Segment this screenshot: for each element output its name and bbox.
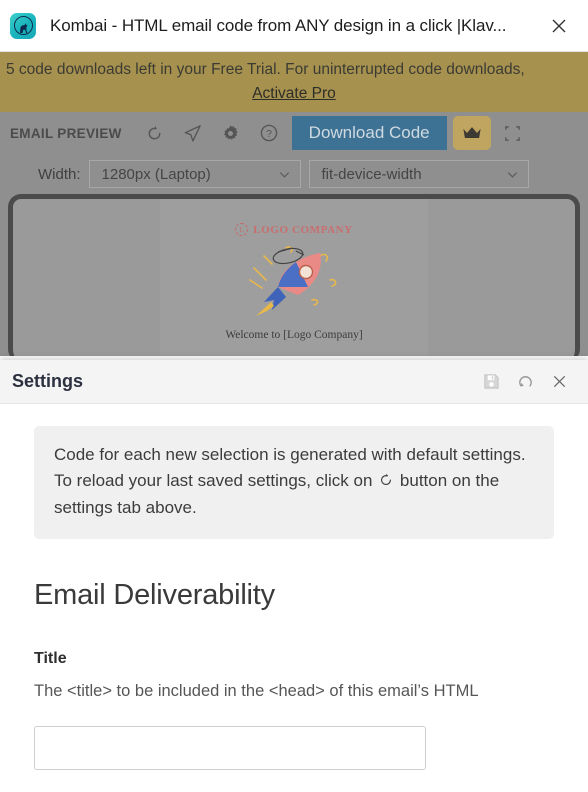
refresh-icon (378, 472, 394, 488)
banner-message: 5 code downloads left in your Free Trial… (6, 61, 525, 78)
section-title-email-deliverability: Email Deliverability (34, 579, 275, 612)
width-label: Width: (38, 165, 81, 183)
reload-icon[interactable] (508, 365, 542, 399)
close-icon[interactable] (544, 11, 574, 41)
gear-icon[interactable] (212, 115, 250, 151)
email-content-card: L LOGO COMPANY Welcome to [Logo Company] (160, 199, 428, 356)
email-preview-viewport[interactable]: L LOGO COMPANY Welcome to [Logo Company] (0, 194, 588, 356)
chevron-down-icon (505, 167, 520, 182)
crown-icon[interactable] (452, 116, 491, 150)
logo-company-text: LOGO COMPANY (253, 223, 353, 236)
settings-info-box: Code for each new selection is generated… (34, 426, 554, 540)
width-controls-row: Width: 1280px (Laptop) fit-device-width (0, 154, 588, 194)
fit-width-value: fit-device-width (321, 165, 422, 183)
kombai-app-icon (10, 12, 36, 39)
close-icon[interactable] (542, 365, 576, 399)
device-frame: L LOGO COMPANY Welcome to [Logo Company] (8, 194, 580, 356)
email-preview-toolbar: EMAIL PREVIEW ? Download Code (0, 112, 588, 154)
activate-pro-link[interactable]: Activate Pro (0, 83, 588, 105)
email-logo: L LOGO COMPANY (160, 223, 428, 236)
title-input[interactable] (34, 726, 426, 771)
title-field-description: The <title> to be included in the <head>… (34, 682, 479, 701)
refresh-icon[interactable] (136, 115, 174, 151)
settings-header: Settings (0, 360, 588, 404)
free-trial-banner: 5 code downloads left in your Free Trial… (0, 52, 588, 112)
toolbar-title: EMAIL PREVIEW (10, 125, 122, 141)
settings-body: Code for each new selection is generated… (0, 404, 588, 792)
settings-panel: Settings Code for each new selection is … (0, 360, 588, 792)
settings-title: Settings (12, 371, 84, 391)
download-code-button[interactable]: Download Code (291, 116, 447, 150)
window-title: Kombai - HTML email code from ANY design… (50, 15, 507, 35)
save-icon[interactable] (474, 365, 508, 399)
welcome-text: Welcome to [Logo Company] (225, 329, 363, 341)
collapse-icon[interactable] (493, 115, 533, 151)
title-field-label: Title (34, 650, 67, 668)
device-width-select[interactable]: 1280px (Laptop) (88, 160, 301, 188)
fit-width-select[interactable]: fit-device-width (308, 160, 529, 188)
window-titlebar: Kombai - HTML email code from ANY design… (0, 0, 588, 52)
logo-mark-icon: L (235, 223, 249, 236)
svg-text:?: ? (266, 128, 272, 140)
chevron-down-icon (277, 167, 292, 182)
device-width-value: 1280px (Laptop) (101, 165, 211, 183)
rocket-illustration (160, 240, 428, 323)
help-icon[interactable]: ? (250, 115, 288, 151)
send-icon[interactable] (174, 115, 212, 151)
